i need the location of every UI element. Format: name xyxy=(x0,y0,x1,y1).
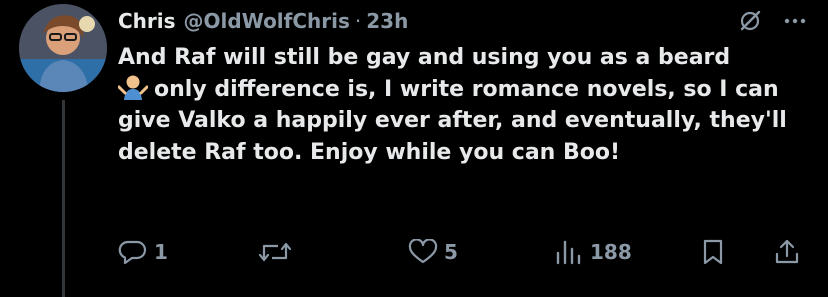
avatar-image xyxy=(19,4,107,92)
user-handle[interactable]: @OldWolfChris xyxy=(184,9,350,33)
person-shrugging-emoji-icon xyxy=(117,74,149,100)
header-actions xyxy=(738,6,808,36)
like-button[interactable]: 5 xyxy=(408,232,458,272)
tweet-header: Chris @OldWolfChris · 23h xyxy=(118,6,808,36)
grok-icon[interactable] xyxy=(738,9,762,33)
repost-icon xyxy=(258,239,292,265)
like-count: 5 xyxy=(444,240,458,264)
display-name[interactable]: Chris xyxy=(118,9,176,33)
bookmark-icon xyxy=(700,238,726,266)
tweet-text: And Raf will still be gay and using you … xyxy=(117,42,798,168)
reply-count: 1 xyxy=(154,240,168,264)
like-icon xyxy=(408,239,438,265)
views-count: 188 xyxy=(590,240,632,264)
timestamp[interactable]: 23h xyxy=(366,9,408,33)
share-button[interactable] xyxy=(774,232,800,272)
tweet-text-part-1: And Raf will still be gay and using you … xyxy=(118,45,731,70)
thread-line xyxy=(62,100,65,297)
bookmark-button[interactable] xyxy=(700,232,726,272)
separator-dot: · xyxy=(354,9,362,33)
views-button[interactable]: 188 xyxy=(554,232,632,272)
share-icon xyxy=(774,238,800,266)
reply-icon xyxy=(118,239,148,265)
avatar[interactable] xyxy=(19,4,107,92)
tweet-text-part-2: only difference is, I write romance nove… xyxy=(118,76,787,165)
tweet-actions: 1 5 188 xyxy=(118,232,808,272)
more-icon[interactable] xyxy=(782,9,808,33)
reply-button[interactable]: 1 xyxy=(118,232,168,272)
repost-button[interactable] xyxy=(258,232,298,272)
views-icon xyxy=(554,239,584,265)
